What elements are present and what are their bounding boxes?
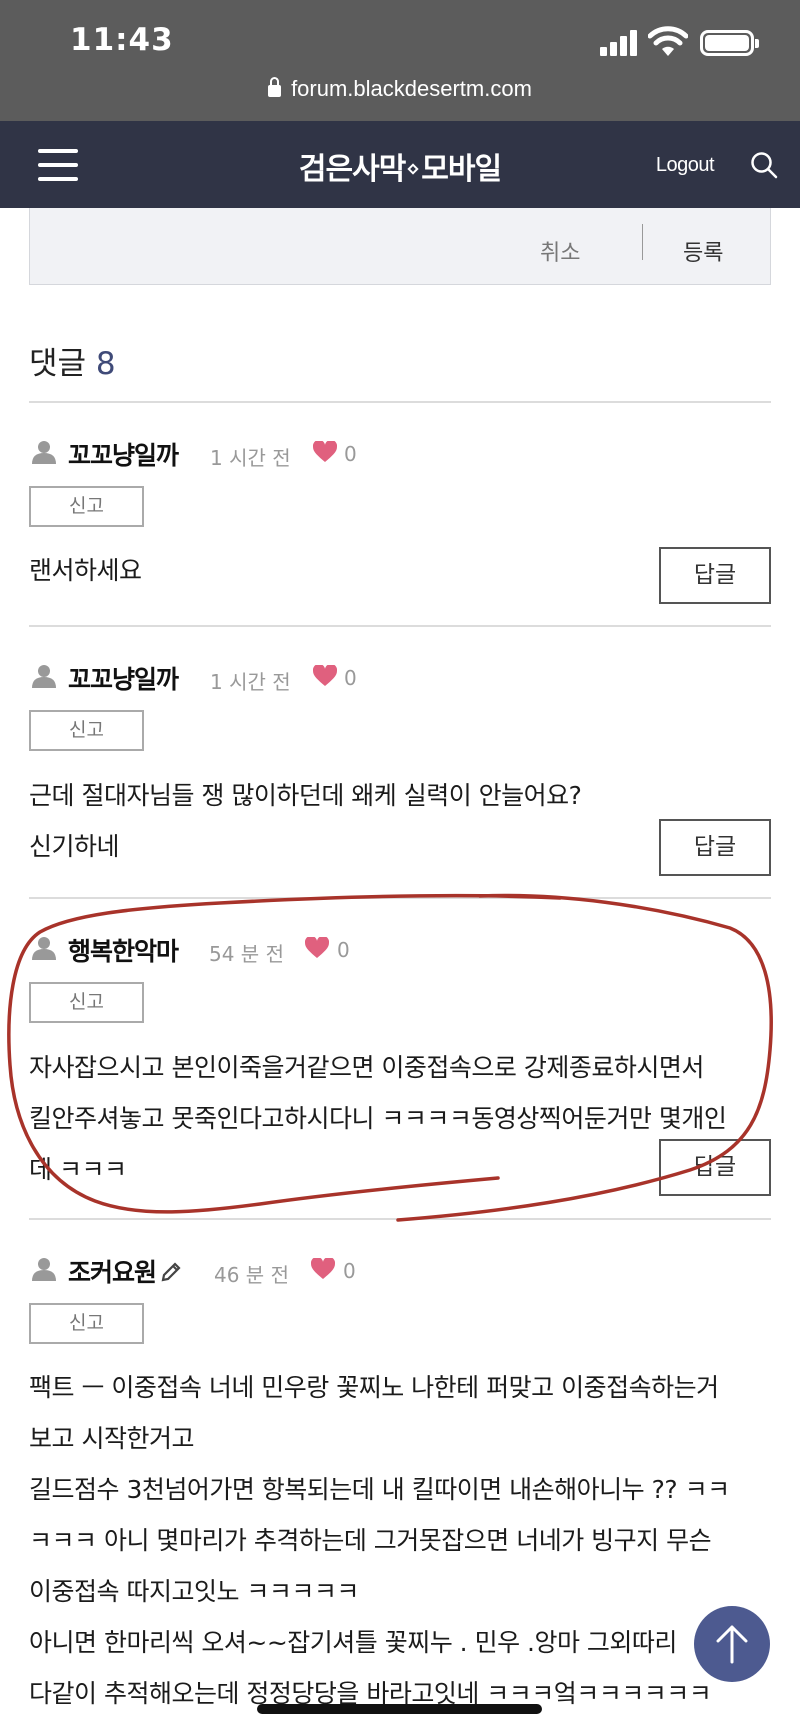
comment-time: 1 시간 전 <box>210 670 291 694</box>
comment-text: 근데 절대자님들 쟁 많이하던데 왜케 실력이 안늘어요? 신기하네 <box>29 770 582 872</box>
comment-line: ㅋ <box>29 1719 730 1731</box>
username-text: 조커요원 <box>68 1258 157 1287</box>
divider <box>642 224 643 260</box>
user-icon <box>32 937 56 960</box>
logo-text-right: 모바일 <box>421 152 502 187</box>
comments-label: 댓글 <box>29 346 87 382</box>
report-button[interactable]: 신고 <box>29 710 144 751</box>
like-count: 0 <box>337 938 350 962</box>
comment-meta: 꼬꼬냥일까 1 시간 전 0 <box>29 660 771 694</box>
logo-text-left: 검은사막 <box>298 152 406 187</box>
reply-button[interactable]: 답글 <box>659 1139 771 1196</box>
comment-meta: 행복한악마 54 분 전 0 <box>29 932 771 966</box>
home-indicator <box>257 1704 542 1714</box>
search-icon[interactable] <box>750 151 778 179</box>
heart-icon[interactable] <box>313 441 337 463</box>
comment-line: 근데 절대자님들 쟁 많이하던데 왜케 실력이 안늘어요? <box>29 781 582 810</box>
like-count: 0 <box>344 666 357 690</box>
comment-line: 자사잡으시고 본인이죽을거같으면 이중접속으로 강제종료하시면서 <box>29 1053 704 1082</box>
comment-line: ㅋㅋㅋ 아니 몇마리가 추격하는데 그거못잡으면 너네가 빙구지 무슨 <box>29 1526 712 1555</box>
url-text: forum.blackdesertm.com <box>291 76 532 101</box>
divider <box>29 897 771 899</box>
reply-button[interactable]: 답글 <box>659 547 771 604</box>
comment-line: 보고 시작한거고 <box>29 1424 194 1453</box>
comments-count: 8 <box>95 346 116 382</box>
report-button[interactable]: 신고 <box>29 1303 144 1344</box>
cancel-button[interactable]: 취소 <box>540 235 580 267</box>
comment-time: 54 분 전 <box>209 942 284 966</box>
comment-form-actions: 취소 등록 <box>29 208 771 285</box>
logout-button[interactable]: Logout <box>656 154 715 177</box>
comment-username[interactable]: 꼬꼬냥일까 <box>68 660 179 696</box>
comment-text: 자사잡으시고 본인이죽을거같으면 이중접속으로 강제종료하시면서 킬안주셔놓고 … <box>29 1042 727 1195</box>
heart-icon[interactable] <box>311 1258 335 1280</box>
comment-line: 킬안주셔놓고 못죽인다고하시다니 ㅋㅋㅋㅋ동영상찍어둔거만 몇개인 <box>29 1104 727 1133</box>
comment-meta: 꼬꼬냥일까 1 시간 전 0 <box>29 436 771 470</box>
submit-button[interactable]: 등록 <box>683 235 723 267</box>
comment-text: 랜서하세요 <box>29 545 142 596</box>
pencil-icon <box>161 1262 181 1282</box>
divider <box>29 1218 771 1220</box>
user-icon <box>32 441 56 464</box>
report-button[interactable]: 신고 <box>29 486 144 527</box>
comment-time: 46 분 전 <box>214 1263 289 1287</box>
user-icon <box>32 665 56 688</box>
logo-diamond-icon <box>407 163 419 175</box>
battery-icon <box>700 30 759 56</box>
status-icons <box>600 26 760 60</box>
status-bar: 11:43 forum.blackdesertm.com <box>0 0 800 121</box>
heart-icon[interactable] <box>313 665 337 687</box>
comment-username[interactable]: 꼬꼬냥일까 <box>68 436 179 472</box>
scroll-to-top-button[interactable] <box>694 1606 770 1682</box>
reply-button[interactable]: 답글 <box>659 819 771 876</box>
user-icon <box>32 1258 56 1281</box>
comment-meta: 조커요원 46 분 전 0 <box>29 1253 771 1287</box>
comment-line: 신기하네 <box>29 832 120 861</box>
lock-icon <box>268 77 282 97</box>
comment-line: 팩트 ㅡ 이중접속 너네 민우랑 꽃찌노 나한테 퍼맞고 이중접속하는거 <box>29 1373 719 1402</box>
comment-line: 데 ㅋㅋㅋ <box>29 1155 127 1184</box>
comment-line: 아니면 한마리씩 오셔~~잡기셔틀 꽃찌누 . 민우 .앙마 그외따리 <box>29 1628 677 1657</box>
report-button[interactable]: 신고 <box>29 982 144 1023</box>
arrow-up-icon <box>716 1625 748 1664</box>
comment-line: 랜서하세요 <box>29 556 142 585</box>
comment-line: 이중접속 따지고잇노 ㅋㅋㅋㅋㅋ <box>29 1577 359 1606</box>
heart-icon[interactable] <box>305 937 329 959</box>
divider <box>29 625 771 627</box>
comment-time: 1 시간 전 <box>210 446 291 470</box>
like-count: 0 <box>344 442 357 466</box>
wifi-icon <box>648 26 688 56</box>
comment-username[interactable]: 행복한악마 <box>68 932 179 968</box>
url-bar[interactable]: forum.blackdesertm.com <box>0 76 800 102</box>
divider <box>29 401 771 403</box>
like-count: 0 <box>343 1259 356 1283</box>
site-header: 검은사막 모바일 Logout <box>0 121 800 208</box>
comment-line: 길드점수 3천넘어가면 항복되는데 내 킬따이면 내손해아니누 ?? ㅋㅋ <box>29 1475 730 1504</box>
comment-username[interactable]: 조커요원 <box>68 1253 182 1289</box>
comment-text: 팩트 ㅡ 이중접속 너네 민우랑 꽃찌노 나한테 퍼맞고 이중접속하는거 보고 … <box>29 1362 730 1731</box>
cellular-signal-icon <box>600 30 640 56</box>
comments-heading: 댓글 8 <box>29 338 116 383</box>
status-time: 11:43 <box>70 22 174 58</box>
